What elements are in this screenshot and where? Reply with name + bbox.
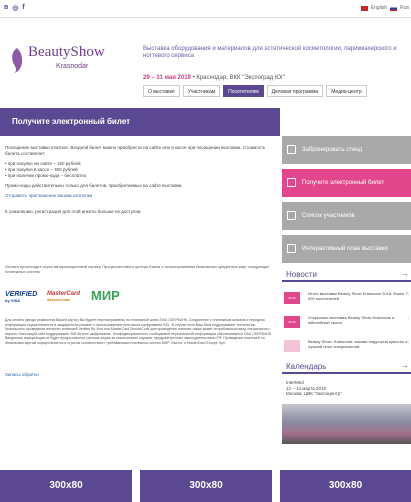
mir-logo: МИР [91, 288, 120, 303]
uk-flag-icon[interactable] [360, 5, 368, 11]
language-switcher: English Rus [360, 5, 409, 11]
main-content: Посещение выставки платное. Входной биле… [5, 145, 275, 219]
mc-logo-sub: SecureCode [47, 297, 71, 302]
book-stand-label: Забронировать стенд [302, 147, 363, 153]
payment-security-text: Для оплаты (ввода реквизитов Вашей карты… [5, 318, 272, 345]
nav-about[interactable]: О выставке [143, 85, 180, 97]
stand-icon [287, 145, 296, 154]
book-stand-button[interactable]: Забронировать стенд [282, 136, 411, 164]
news-arrow-icon[interactable]: → [401, 269, 409, 278]
exhibition-title: Выставка оборудования и материалов для э… [143, 46, 397, 59]
news-header: Новости → [282, 268, 411, 282]
calendar-title: Календарь [286, 362, 327, 371]
news-item[interactable]: 29.05 Открылась выставка Beauty Show Kra… [282, 314, 411, 336]
ad-banner[interactable]: 300x80 [0, 470, 132, 502]
social-links: в ◎ f [4, 4, 25, 12]
chevron-right-icon: › [407, 292, 409, 298]
page-banner: Получите электронный билет [0, 108, 280, 136]
page-title: Получите электронный билет [12, 117, 131, 126]
mastercard-securecode-logo: MasterCard SecureCode [47, 291, 80, 302]
ad-banners: 300x80 300x80 300x80 [0, 470, 411, 502]
nav-visitors[interactable]: Посетителям [223, 85, 264, 97]
ad-banner[interactable]: 300x80 [280, 470, 411, 502]
instagram-icon[interactable]: ◎ [12, 4, 18, 12]
news-text[interactable]: Итоги выставки Beauty Show Krasnodar 201… [308, 291, 408, 301]
exhibition-date: 29 – 31 мая 2019 [143, 75, 191, 81]
visa-logo-text: VERIFIED [5, 291, 38, 298]
news-text[interactable]: Beauty Show: Krasnodar: какими индустрия… [308, 339, 408, 349]
facebook-icon[interactable]: f [22, 4, 24, 12]
vk-icon[interactable]: в [4, 4, 8, 12]
payment-logos: VERIFIED by VISA MasterCard SecureCode МИР [5, 288, 205, 310]
payment-info: Оплата происходит через авторизационный … [5, 264, 270, 274]
invite-colleagues-link[interactable]: Отправить приглашение вашим коллегам [5, 193, 275, 199]
main-nav: О выставке Участникам Посетителям Делова… [143, 85, 411, 99]
ru-flag-icon[interactable] [390, 5, 398, 11]
logo-name[interactable]: BeautyShow [28, 44, 105, 61]
interactive-plan-label: Интерактивный план выставки [302, 246, 388, 252]
site-header: BeautyShow Krasnodar Выставка оборудован… [0, 18, 411, 81]
calendar-event-image[interactable] [282, 404, 411, 444]
visa-logo-sub: by VISA [5, 298, 21, 303]
sidebar-actions: Забронировать стенд Получите электронный… [282, 136, 411, 268]
logo-icon[interactable] [8, 46, 26, 74]
calendar-header: Календарь → [282, 360, 411, 374]
participants-list-label: Список участников [302, 213, 355, 219]
chevron-right-icon: › [407, 340, 409, 346]
nav-media-center[interactable]: Медиа-центр [326, 85, 367, 97]
exhibition-date-location: 29 – 31 мая 2019 • Краснодар, ВКК "Экспо… [143, 75, 285, 81]
calendar-arrow-icon[interactable]: → [401, 361, 409, 370]
news-title: Новости [286, 270, 317, 279]
verified-by-visa-logo: VERIFIED by VISA [5, 291, 37, 303]
get-ticket-label: Получите электронный билет [302, 180, 385, 186]
ad-banner[interactable]: 300x80 [140, 470, 272, 502]
news-thumb: 29.05 [284, 292, 300, 304]
chevron-right-icon: › [407, 316, 409, 322]
exhibition-location: • Краснодар, ВКК "Экспоград Юг" [190, 75, 286, 81]
interactive-plan-button[interactable]: Интерактивный план выставки [282, 235, 411, 263]
ticket-icon [287, 178, 296, 187]
list-icon [287, 211, 296, 220]
lang-russian[interactable]: Rus [400, 5, 409, 11]
registration-closed-note: К сожалению, регистрация для этой анкеты… [5, 209, 142, 214]
participants-list-button[interactable]: Список участников [282, 202, 411, 230]
logo-city: Krasnodar [56, 63, 89, 70]
calendar-event[interactable]: InterMed 12 – 14 марта 2019 Москва, ЦВК … [286, 380, 406, 397]
calendar-event-place: Москва, ЦВК "Экспоцентр" [286, 391, 342, 396]
get-ticket-button[interactable]: Получите электронный билет [282, 169, 411, 197]
promo-note: Промо-коды действительны только для биле… [5, 183, 183, 188]
news-text[interactable]: Открылась выставка Beauty Show Krasnodar… [308, 315, 408, 325]
lang-english[interactable]: English [371, 5, 387, 11]
nav-business-program[interactable]: Деловая программа [266, 85, 324, 97]
news-item[interactable]: Beauty Show: Krasnodar: какими индустрия… [282, 338, 411, 360]
price-promo: • при наличии промо-кода – бесплатно [5, 173, 87, 178]
news-item[interactable]: 29.05 Итоги выставки Beauty Show Krasnod… [282, 290, 411, 312]
news-thumb [284, 340, 300, 352]
map-icon [287, 244, 296, 253]
news-thumb: 29.05 [284, 316, 300, 328]
intro-paragraph: Посещение выставки платное. Входной биле… [5, 145, 266, 156]
nav-participants[interactable]: Участникам [182, 85, 221, 97]
top-bar: в ◎ f English Rus [0, 0, 411, 18]
back-link[interactable]: Запасы обратно [5, 372, 39, 377]
